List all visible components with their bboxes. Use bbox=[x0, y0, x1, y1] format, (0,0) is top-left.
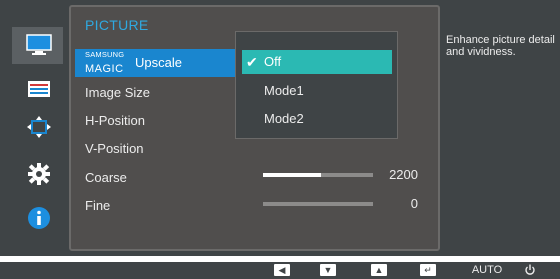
up-arrow-icon[interactable]: ▲ bbox=[371, 264, 387, 276]
onscreen-display-icon[interactable] bbox=[25, 77, 53, 101]
osd-screen: PICTURE SAMSUNG MAGIC Upscale Image Size… bbox=[0, 0, 560, 256]
menu-item-fine[interactable]: Fine bbox=[85, 198, 110, 213]
option-off-label: Off bbox=[264, 54, 282, 69]
info-icon[interactable] bbox=[25, 206, 53, 230]
magic-brand-big: MAGIC bbox=[85, 63, 124, 75]
magic-brand-small: SAMSUNG bbox=[85, 50, 125, 59]
fine-value: 0 bbox=[410, 196, 418, 211]
help-description: Enhance picture detail and vividness. bbox=[446, 34, 555, 58]
auto-button[interactable]: AUTO bbox=[470, 264, 504, 276]
monitor-icon[interactable] bbox=[25, 33, 53, 57]
coarse-value: 2200 bbox=[389, 167, 418, 182]
checkmark-icon: ✔ bbox=[246, 54, 258, 70]
left-arrow-icon[interactable]: ◀ bbox=[274, 264, 290, 276]
category-sidebar bbox=[12, 0, 63, 256]
down-arrow-icon[interactable]: ▼ bbox=[320, 264, 336, 276]
enter-icon[interactable]: ↵ bbox=[420, 264, 436, 276]
menu-title: PICTURE bbox=[85, 17, 149, 33]
fine-slider[interactable] bbox=[263, 202, 373, 206]
coarse-slider-fill bbox=[263, 173, 322, 177]
control-bar: ◀ ▼ ▲ ↵ AUTO bbox=[0, 262, 560, 279]
menu-item-v-position[interactable]: V-Position bbox=[85, 141, 144, 156]
option-mode2[interactable]: Mode2 bbox=[242, 107, 392, 131]
option-mode1[interactable]: Mode1 bbox=[242, 79, 392, 103]
menu-item-coarse[interactable]: Coarse bbox=[85, 170, 127, 185]
upscale-options-popup: ✔ Off Mode1 Mode2 bbox=[235, 31, 398, 139]
option-off[interactable]: ✔ Off bbox=[242, 50, 392, 74]
magic-upscale-label: Upscale bbox=[135, 55, 182, 70]
settings-gear-icon[interactable] bbox=[25, 162, 53, 186]
magic-upscale-item[interactable]: SAMSUNG MAGIC Upscale bbox=[85, 50, 182, 77]
coarse-slider[interactable] bbox=[263, 173, 373, 177]
position-icon[interactable] bbox=[25, 115, 53, 139]
power-icon[interactable] bbox=[523, 264, 537, 276]
menu-item-h-position[interactable]: H-Position bbox=[85, 113, 145, 128]
menu-item-image-size[interactable]: Image Size bbox=[85, 85, 150, 100]
